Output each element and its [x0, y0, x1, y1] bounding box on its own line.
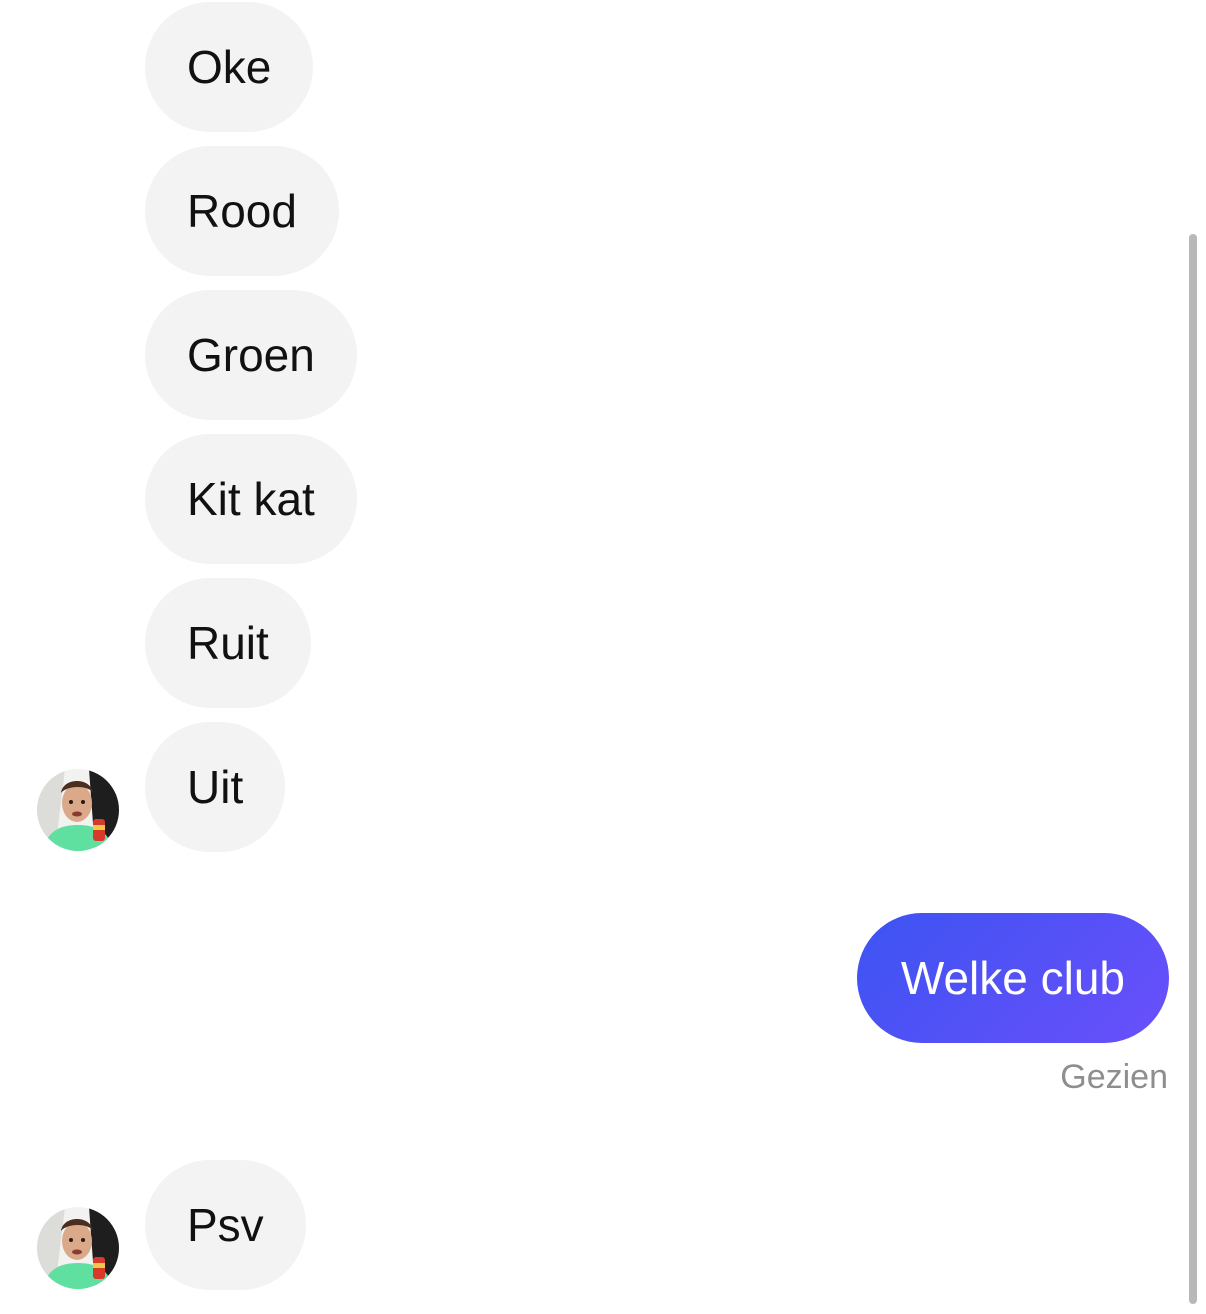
- message-text: Uit: [187, 761, 244, 813]
- sender-avatar[interactable]: [37, 1207, 119, 1289]
- sender-avatar[interactable]: [37, 769, 119, 851]
- message-bubble-incoming[interactable]: Uit: [145, 722, 286, 852]
- message-bubble-incoming[interactable]: Kit kat: [145, 434, 357, 564]
- message-bubble-incoming[interactable]: Oke: [145, 2, 314, 132]
- message-bubble-incoming[interactable]: Ruit: [145, 578, 311, 708]
- seen-status: Gezien: [1060, 1058, 1168, 1096]
- message-bubble-incoming[interactable]: Psv: [145, 1160, 306, 1290]
- profile-avatar-icon: [37, 769, 119, 851]
- message-text: Kit kat: [187, 473, 315, 525]
- message-bubble-outgoing[interactable]: Welke club: [856, 913, 1169, 1043]
- message-text: Oke: [187, 41, 272, 93]
- message-text: Groen: [187, 329, 315, 381]
- message-text: Ruit: [187, 617, 269, 669]
- message-text: Psv: [187, 1199, 264, 1251]
- message-bubble-incoming[interactable]: Rood: [145, 146, 339, 276]
- message-bubble-incoming[interactable]: Groen: [145, 290, 357, 420]
- message-text: Welke club: [900, 952, 1125, 1004]
- message-thread[interactable]: Oke Rood Groen Kit kat Ruit Uit Welke cl: [0, 0, 1206, 1314]
- scrollbar[interactable]: [1189, 234, 1197, 1304]
- profile-avatar-icon: [37, 1207, 119, 1289]
- message-text: Rood: [187, 185, 297, 237]
